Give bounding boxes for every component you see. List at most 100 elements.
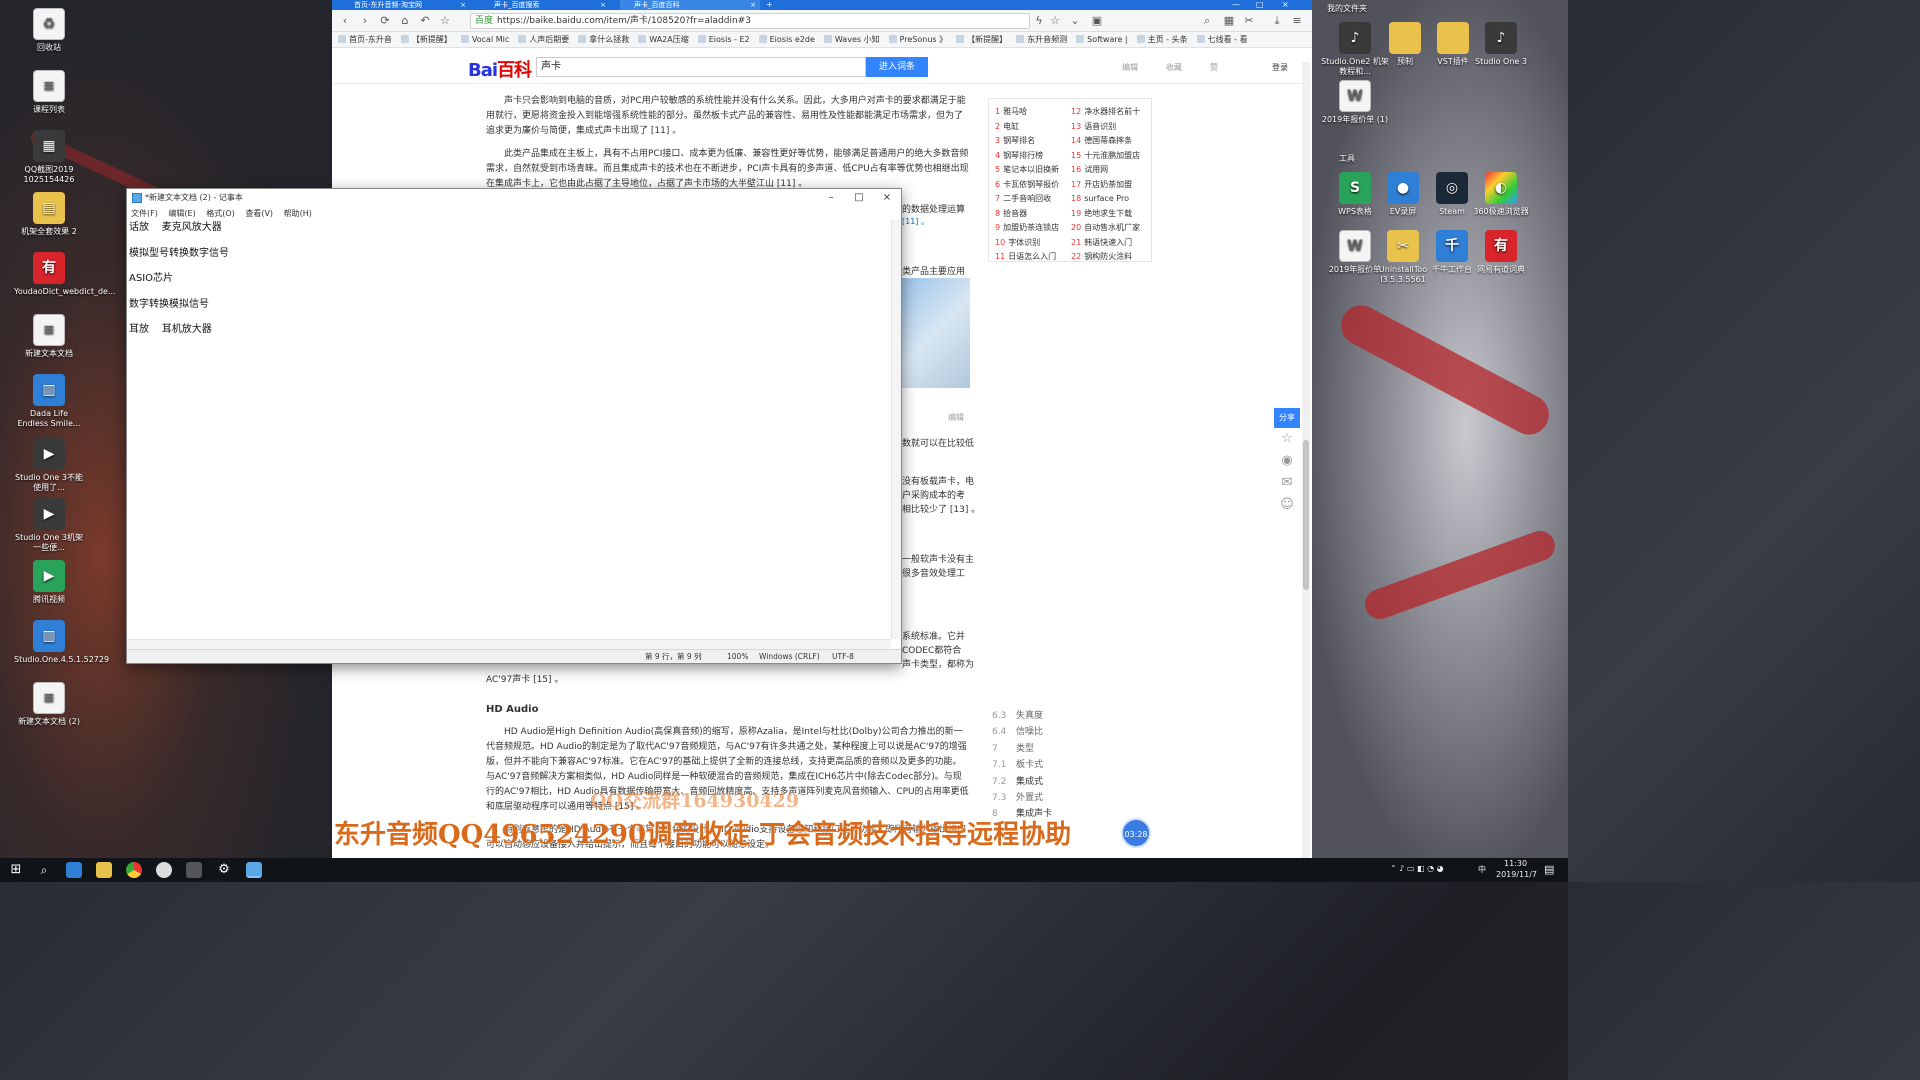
minimize-button[interactable]: – [817,189,845,207]
toc-item[interactable]: 7.2 集成式 [992,774,1052,790]
file-explorer-icon[interactable] [96,862,112,878]
bookmark-item[interactable]: 拿什么拯救 [578,32,629,47]
refresh-icon[interactable]: ⟳ [378,14,392,28]
bookmark-item[interactable]: Eiosis - E2 [698,32,750,47]
bookmark-item[interactable]: 【新提醒】 [956,32,1007,47]
bookmark-item[interactable]: 主页 - 头条 [1137,32,1188,47]
tray-icons[interactable]: ⌃ ♪ ▭ ◧ ◔ ◕ [1390,864,1444,873]
clock-date[interactable]: 2019/11/7 [1496,870,1537,879]
ranking-item[interactable]: 15 十元淮鹏加盟店 [1071,149,1149,164]
bookmark-item[interactable]: 东升音频测 [1016,32,1067,47]
clock-time[interactable]: 11:30 [1504,859,1527,868]
desktop-icon-youdao-dict[interactable]: 有网易有道词典 [1466,230,1536,275]
maximize-button[interactable]: □ [1256,0,1264,10]
bookmark-item[interactable]: PreSonus 》 [889,32,948,47]
notepad-taskbar-icon[interactable] [246,862,262,878]
favorite-star-icon[interactable]: ☆ [1274,428,1300,450]
toc-item[interactable]: 7.1 板卡式 [992,757,1052,773]
minimize-button[interactable]: — [1232,0,1240,10]
tab-baidu-search[interactable]: 声卡_百度搜索 × [480,0,610,10]
toc-item[interactable]: 6.4 信噪比 [992,724,1052,740]
bookmark-item[interactable]: Software | [1076,32,1128,47]
undo-icon[interactable]: ↶ [418,14,432,28]
ranking-item[interactable]: 22 钢构防火涂料 [1071,250,1149,265]
desktop-icon-screenshot[interactable]: ▦ QQ截图2019 1025154426 [14,130,84,185]
ranking-item[interactable]: 16 试用网 [1071,163,1149,178]
ranking-item[interactable]: 10 字体识别 [995,236,1073,251]
ranking-item[interactable]: 13 语音识别 [1071,120,1149,135]
weibo-icon[interactable]: ◉ [1274,450,1300,472]
toc-item[interactable]: 7 类型 [992,741,1052,757]
close-icon[interactable]: × [750,0,756,10]
baidu-baike-logo[interactable]: Bai百科 [468,56,532,82]
desktop-icon-studio-one-video-1[interactable]: ▶ Studio One 3不能使用了... [14,438,84,493]
bookmark-item[interactable]: 人声后期要 [518,32,569,47]
ranking-item[interactable]: 3 钢琴排名 [995,134,1073,149]
maximize-button[interactable]: □ [845,189,873,207]
edge-icon[interactable] [66,862,82,878]
wechat-icon[interactable]: ✉ [1274,472,1300,494]
lightning-icon[interactable]: ϟ [1032,14,1046,28]
scrollbar-thumb[interactable] [1303,440,1309,590]
desktop-icon-studio-one-video-2[interactable]: ▶ Studio One 3机架一些便... [14,498,84,553]
bookmark-star-icon[interactable]: ☆ [1048,14,1062,28]
desktop-icon-360-browser[interactable]: ◐ 360极速浏览器 [1466,172,1536,217]
close-icon[interactable]: × [460,0,466,10]
menu-edit[interactable]: 编辑(E) [168,209,195,218]
baike-search-input[interactable]: 声卡 [536,57,866,77]
desktop-icon-tencent-video[interactable]: ▶ 腾讯视频 [14,560,84,605]
close-button[interactable]: × [873,189,901,207]
menu-view[interactable]: 查看(V) [245,209,273,218]
bookmark-item[interactable]: 七线看 - 看 [1197,32,1248,47]
figure-edit-link[interactable]: 编辑 [948,412,964,423]
desktop-icon-dada-life[interactable]: ▥ Dada Life Endless Smile... [14,374,84,429]
ranking-item[interactable]: 18 surface Pro [1071,192,1149,207]
new-tab-button[interactable]: + [766,0,773,10]
search-icon[interactable]: ⌕ [1200,14,1214,28]
desktop-icon-new-text[interactable]: ≡ 新建文本文档 [14,314,84,359]
back-icon[interactable]: ‹ [338,14,352,28]
ranking-item[interactable]: 14 德国蒂森摔条 [1071,134,1149,149]
notepad-title-bar[interactable]: *新建文本文档 (2) - 记事本 – □ × [127,189,901,207]
tab-baike[interactable]: 声卡_百度百科 × [620,0,760,10]
ranking-item[interactable]: 2 电缸 [995,120,1073,135]
desktop-icon-new-text-2[interactable]: ≡ 新建文本文档 (2) [14,682,84,727]
desktop-icon-rack-effects[interactable]: ▤ 机架全套效果 2 [14,192,84,237]
desktop-icon-course-list[interactable]: ≡ 课程列表 [14,70,84,115]
ranking-item[interactable]: 21 韩语快速入门 [1071,236,1149,251]
close-button[interactable]: × [1282,0,1289,10]
menu-icon[interactable]: ≡ [1290,14,1304,28]
ranking-item[interactable]: 17 开店奶茶加盟 [1071,178,1149,193]
ranking-item[interactable]: 6 卡瓦依钢琴报价 [995,178,1073,193]
favorite-link[interactable]: 收藏 [1166,62,1182,73]
home-icon[interactable]: ⌂ [398,14,412,28]
qq-icon[interactable]: ☺ [1274,494,1300,516]
edit-link[interactable]: 编辑 [1122,62,1138,73]
notepad-text-area[interactable]: 话放 麦克风放大器 模拟型号转换数字信号 ASIO芯片 数字转换模拟信号 耳放 … [127,220,891,639]
share-button[interactable]: 分享 [1274,408,1300,428]
menu-help[interactable]: 帮助(H) [284,209,312,218]
extension-icon[interactable]: ▣ [1090,14,1104,28]
ranking-item[interactable]: 19 绝地求生下载 [1071,207,1149,222]
search-icon[interactable]: ⌕ [36,862,52,878]
ranking-item[interactable]: 12 净水器排名前十 [1071,105,1149,120]
like-link[interactable]: 赞 [1210,62,1218,73]
tab-taobao[interactable]: 首页-东升音频-淘宝网 × [340,0,470,10]
desktop-icon-studio-one-zip[interactable]: ▥ Studio.One.4.5.1.52729 [14,620,109,665]
notification-icon[interactable]: ▤ [1544,863,1554,876]
windows-start-icon[interactable]: ⊞ [8,862,24,878]
studio-one-taskbar-icon[interactable] [186,862,202,878]
login-link[interactable]: 登录 [1272,62,1288,73]
apps-icon[interactable]: ▦ [1222,14,1236,28]
ranking-item[interactable]: 11 日语怎么入门 [995,250,1073,265]
ranking-item[interactable]: 1 雅马哈 [995,105,1073,120]
ranking-item[interactable]: 9 加盟奶茶连锁店 [995,221,1073,236]
toc-item[interactable]: 6.3 失真度 [992,708,1052,724]
chrome-icon[interactable] [126,862,142,878]
ranking-item[interactable]: 5 笔记本以旧换新 [995,163,1073,178]
enter-entry-button[interactable]: 进入词条 [866,57,928,77]
ranking-item[interactable]: 7 二手音响回收 [995,192,1073,207]
download-icon[interactable]: ⤓ [1270,14,1284,28]
desktop-icon-quote-1[interactable]: W 2019年报价单 (1) [1320,80,1390,125]
desktop-icon-tools[interactable]: 工具 [1312,154,1382,164]
